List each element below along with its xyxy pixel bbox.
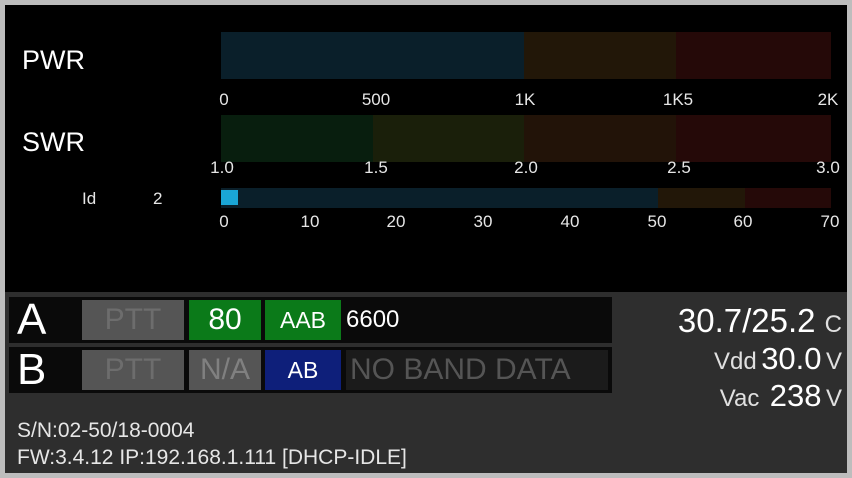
vdd-value: 30.0 — [761, 341, 822, 376]
temperature-value: 30.7/25.2 — [677, 302, 816, 339]
id-tick: 30 — [473, 212, 493, 231]
temperature-readout: 30.7/25.2 C — [678, 302, 842, 340]
swr-seg-high — [676, 115, 831, 162]
input-a-letter: A — [17, 295, 47, 344]
freq-b-value: NO BAND DATA — [346, 350, 608, 390]
swr-tick: 3.0 — [816, 158, 840, 177]
swr-tick: 2.5 — [667, 158, 691, 177]
mode-a-badge: AAB — [265, 300, 341, 340]
pwr-tick: 0 — [219, 90, 229, 109]
swr-seg-fair — [373, 115, 524, 162]
vac-value: 238 — [769, 378, 822, 413]
swr-bar — [221, 115, 831, 162]
id-indicator — [221, 190, 238, 205]
input-row-a: A PTT 80 AAB 6600 — [9, 297, 612, 343]
id-tick: 70 — [820, 212, 840, 231]
pwr-seg-high — [676, 32, 831, 79]
id-tick: 10 — [300, 212, 320, 231]
swr-tick: 1.0 — [210, 158, 234, 177]
pwr-label: PWR — [22, 45, 85, 75]
id-tick: 20 — [386, 212, 406, 231]
swr-seg-warn — [524, 115, 676, 162]
id-tick: 0 — [219, 212, 229, 231]
id-seg-warn — [658, 188, 745, 208]
pwr-seg-warn — [524, 32, 676, 79]
band-a-badge: 80 — [189, 300, 261, 340]
meters-panel: PWR 0 500 1K 1K5 2K SWR 1.0 1.5 2.0 2.5 … — [5, 5, 847, 292]
id-label: Id — [82, 189, 97, 208]
swr-tick: 1.5 — [364, 158, 388, 177]
vdd-label: Vdd — [714, 348, 757, 375]
ptt-a-button[interactable]: PTT — [82, 300, 184, 340]
vac-label: Vac — [719, 385, 760, 412]
amplifier-display: PWR 0 500 1K 1K5 2K SWR 1.0 1.5 2.0 2.5 … — [5, 5, 847, 473]
pwr-bar — [221, 32, 831, 79]
freq-a-value: 6600 — [346, 306, 400, 333]
serial-number: S/N:02-50/18-0004 — [17, 419, 195, 442]
id-tick: 40 — [560, 212, 580, 231]
temperature-unit: C — [824, 311, 842, 338]
id-seg-high — [745, 188, 831, 208]
id-tick: 50 — [647, 212, 667, 231]
band-b-badge: N/A — [189, 350, 261, 390]
mode-b-badge: AB — [265, 350, 341, 390]
id-tick: 60 — [733, 212, 753, 231]
vdd-unit: V — [825, 348, 842, 375]
pwr-tick: 500 — [361, 90, 391, 109]
id-value: 2 — [153, 189, 163, 208]
swr-seg-good — [221, 115, 373, 162]
swr-label: SWR — [22, 127, 85, 157]
firmware-ip: FW:3.4.12 IP:192.168.1.111 [DHCP-IDLE] — [17, 446, 407, 469]
input-b-letter: B — [17, 345, 47, 394]
vdd-readout: Vdd 30.0 V — [714, 341, 842, 377]
vac-readout: Vac 238 V — [720, 378, 842, 414]
swr-tick: 2.0 — [514, 158, 538, 177]
pwr-tick: 1K — [514, 90, 536, 109]
pwr-seg-normal — [221, 32, 524, 79]
pwr-tick: 2K — [817, 90, 839, 109]
pwr-tick: 1K5 — [662, 90, 694, 109]
id-seg-normal — [221, 188, 658, 208]
vac-unit: V — [825, 385, 842, 412]
input-row-b: B PTT N/A AB NO BAND DATA — [9, 347, 612, 393]
ptt-b-button[interactable]: PTT — [82, 350, 184, 390]
status-panel: A PTT 80 AAB 6600 B PTT N/A AB NO BAND D… — [5, 292, 847, 473]
id-bar — [221, 188, 831, 208]
